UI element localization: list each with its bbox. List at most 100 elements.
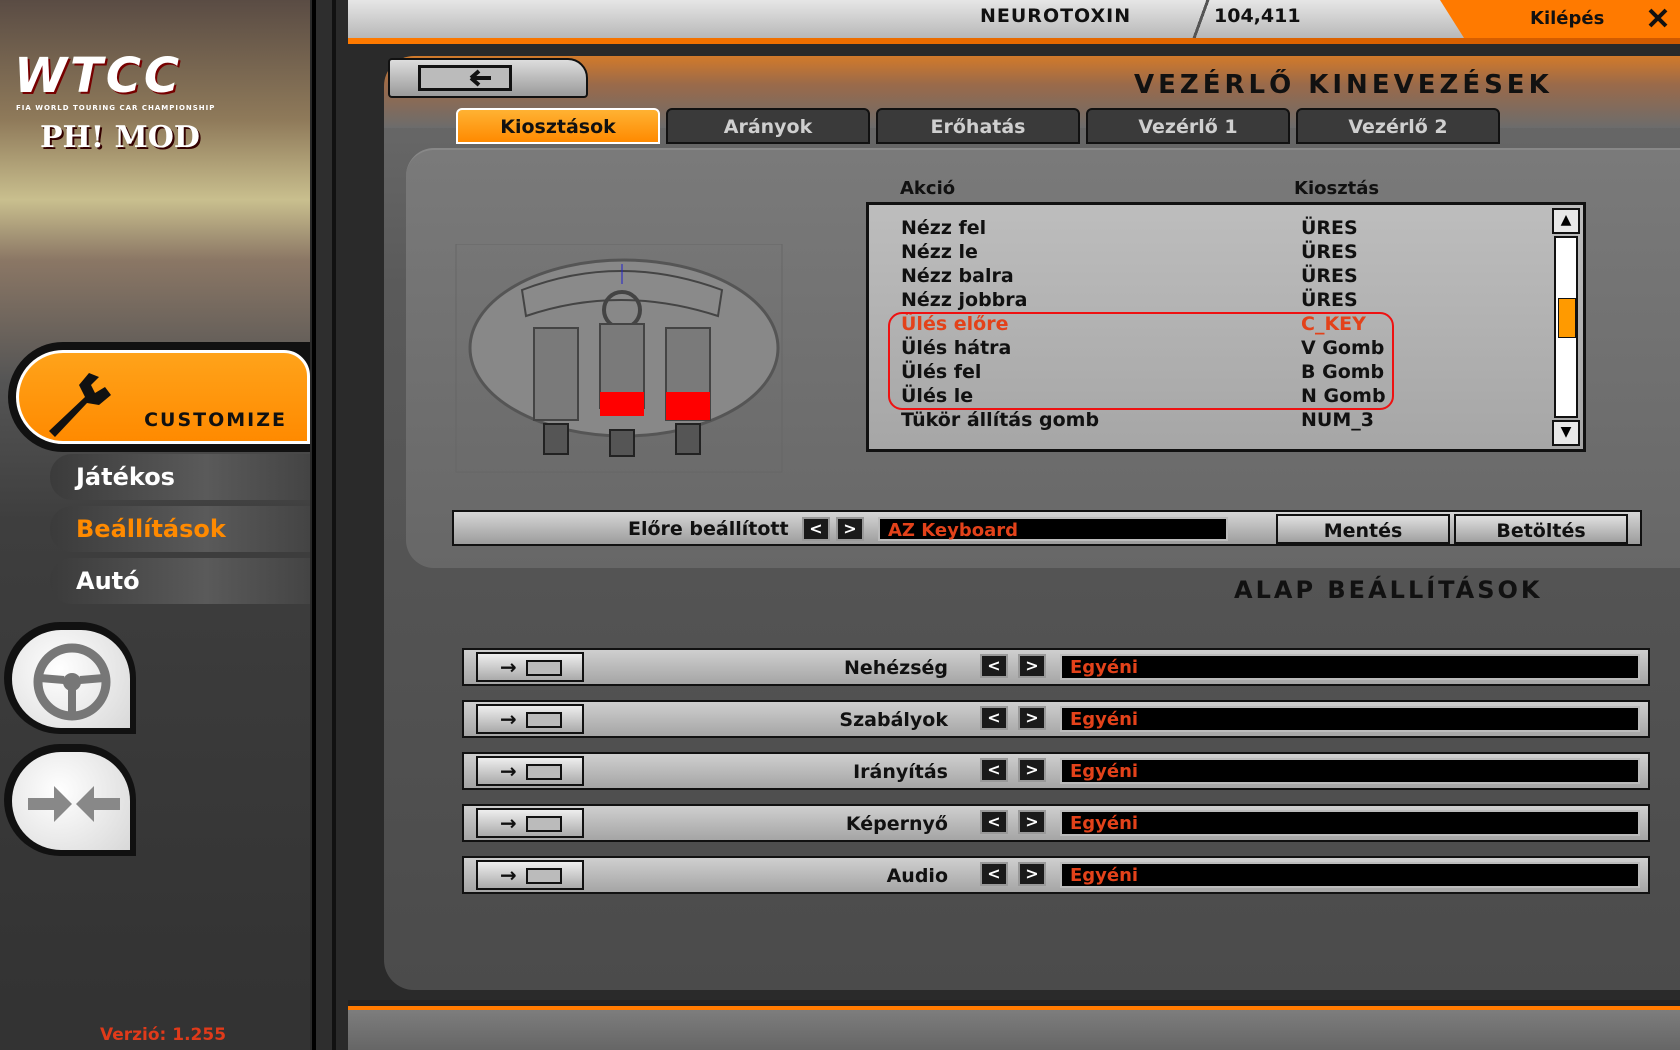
tab-ratios[interactable]: Arányok xyxy=(666,108,870,144)
expand-button[interactable]: → xyxy=(476,652,584,682)
customize-label: CUSTOMIZE xyxy=(144,409,287,431)
preset-prev-button[interactable]: < xyxy=(802,517,830,541)
column-header-action: Akció xyxy=(900,178,956,199)
preset-value: AZ Keyboard xyxy=(888,520,1018,541)
logo-subtitle: FIA WORLD TOURING CAR CHAMPIONSHIP xyxy=(16,104,216,112)
prev-button[interactable]: < xyxy=(980,706,1008,730)
setting-label: Audio xyxy=(886,865,948,887)
scroll-down-icon[interactable]: ▼ xyxy=(1552,420,1580,446)
steering-wheel-icon xyxy=(33,643,111,721)
back-arrow-icon xyxy=(418,65,512,91)
pedal-indicator xyxy=(600,392,644,416)
cockpit-illustration xyxy=(455,244,783,473)
preset-select[interactable]: AZ Keyboard xyxy=(878,517,1228,541)
scroll-up-icon[interactable]: ▲ xyxy=(1552,208,1580,234)
expand-button[interactable]: → xyxy=(476,704,584,734)
list-item[interactable]: Tükör állítás gomb NUM_3 xyxy=(869,409,1549,433)
back-button[interactable] xyxy=(388,58,588,98)
section-title-basic-settings: ALAP BEÁLLÍTÁSOK xyxy=(1234,576,1543,604)
setting-label: Nehézség xyxy=(843,657,948,679)
setting-value[interactable]: Egyéni xyxy=(1060,706,1640,732)
setting-row-display: → Képernyő < > Egyéni xyxy=(462,804,1650,842)
prev-button[interactable]: < xyxy=(980,862,1008,886)
tab-controller-1[interactable]: Vezérlő 1 xyxy=(1086,108,1290,144)
customize-button[interactable]: CUSTOMIZE xyxy=(8,342,310,452)
sidebar-item-label: Játékos xyxy=(76,463,175,491)
highlight-annotation xyxy=(888,312,1394,410)
setting-value[interactable]: Egyéni xyxy=(1060,862,1640,888)
setting-value[interactable]: Egyéni xyxy=(1060,758,1640,784)
setting-label: Képernyő xyxy=(845,813,948,835)
prev-button[interactable]: < xyxy=(980,758,1008,782)
logo: WTCC FIA WORLD TOURING CAR CHAMPIONSHIP … xyxy=(14,48,284,168)
tab-force-feedback[interactable]: Erőhatás xyxy=(876,108,1080,144)
exit-button[interactable]: Kilépés xyxy=(1530,8,1604,29)
bottom-bar xyxy=(348,1000,1680,1050)
setting-value[interactable]: Egyéni xyxy=(1060,654,1640,680)
tab-label: Vezérlő 2 xyxy=(1348,116,1448,138)
list-item[interactable]: Nézz jobbra ÜRES xyxy=(869,289,1549,313)
scroll-thumb[interactable] xyxy=(1558,298,1576,338)
sidebar-item-car[interactable]: Autó xyxy=(50,558,310,604)
load-label: Betöltés xyxy=(1496,520,1586,542)
prev-button[interactable]: < xyxy=(980,810,1008,834)
action-label: Nézz le xyxy=(901,241,978,263)
logo-wtcc: WTCC xyxy=(14,48,183,104)
page-title: VEZÉRLŐ KINEVEZÉSEK xyxy=(1134,70,1553,100)
setting-row-difficulty: → Nehézség < > Egyéni xyxy=(462,648,1650,686)
setting-row-controls: → Irányítás < > Egyéni xyxy=(462,752,1650,790)
tab-controller-2[interactable]: Vezérlő 2 xyxy=(1296,108,1500,144)
expand-button[interactable]: → xyxy=(476,808,584,838)
setting-label: Irányítás xyxy=(853,761,948,783)
next-button[interactable]: > xyxy=(1018,862,1046,886)
setting-label: Szabályok xyxy=(839,709,948,731)
sidebar-item-settings[interactable]: Beállítások xyxy=(50,506,310,552)
key-label: ÜRES xyxy=(1301,265,1358,287)
setting-row-rules: → Szabályok < > Egyéni xyxy=(462,700,1650,738)
key-label: NUM_3 xyxy=(1301,409,1374,431)
next-button[interactable]: > xyxy=(1018,810,1046,834)
setting-row-audio: → Audio < > Egyéni xyxy=(462,856,1650,894)
preset-next-button[interactable]: > xyxy=(836,517,864,541)
sidebar-item-label: Beállítások xyxy=(76,515,226,543)
sidebar-item-player[interactable]: Játékos xyxy=(50,454,310,500)
column-header-key: Kiosztás xyxy=(1294,178,1380,199)
key-label: ÜRES xyxy=(1301,289,1358,311)
key-label: ÜRES xyxy=(1301,217,1358,239)
scroll-track[interactable] xyxy=(1554,236,1578,418)
next-button[interactable]: > xyxy=(1018,654,1046,678)
expand-button[interactable]: → xyxy=(476,756,584,786)
tab-label: Kiosztások xyxy=(500,116,616,138)
list-scrollbar[interactable]: ▲ ▼ xyxy=(1552,208,1580,446)
list-item[interactable]: Nézz fel ÜRES xyxy=(869,217,1549,241)
tab-assignments[interactable]: Kiosztások xyxy=(456,108,660,144)
compare-button[interactable] xyxy=(4,744,136,856)
expand-button[interactable]: → xyxy=(476,860,584,890)
logo-mod: PH! MOD xyxy=(40,120,200,155)
tab-label: Erőhatás xyxy=(930,116,1026,138)
wrench-icon xyxy=(49,373,111,437)
load-button[interactable]: Betöltés xyxy=(1454,514,1628,544)
next-button[interactable]: > xyxy=(1018,758,1046,782)
list-item[interactable]: Nézz le ÜRES xyxy=(869,241,1549,265)
sidebar-divider xyxy=(312,0,336,1050)
action-label: Tükör állítás gomb xyxy=(901,409,1100,431)
arrows-in-icon xyxy=(28,786,120,822)
prev-button[interactable]: < xyxy=(980,654,1008,678)
action-label: Nézz jobbra xyxy=(901,289,1028,311)
next-button[interactable]: > xyxy=(1018,706,1046,730)
steering-wheel-button[interactable] xyxy=(4,622,136,734)
list-item[interactable]: Nézz balra ÜRES xyxy=(869,265,1549,289)
tab-label: Arányok xyxy=(723,116,813,138)
tab-label: Vezérlő 1 xyxy=(1138,116,1238,138)
setting-value[interactable]: Egyéni xyxy=(1060,810,1640,836)
score-separator xyxy=(1192,0,1210,38)
pedal-indicator xyxy=(666,392,710,420)
save-button[interactable]: Mentés xyxy=(1276,514,1450,544)
action-label: Nézz fel xyxy=(901,217,987,239)
close-icon[interactable] xyxy=(1648,8,1668,28)
version-label: Verzió: 1.255 xyxy=(100,1025,227,1045)
user-score: 104,411 xyxy=(1214,5,1301,27)
save-label: Mentés xyxy=(1323,520,1403,542)
sidebar: WTCC FIA WORLD TOURING CAR CHAMPIONSHIP … xyxy=(0,0,310,1050)
